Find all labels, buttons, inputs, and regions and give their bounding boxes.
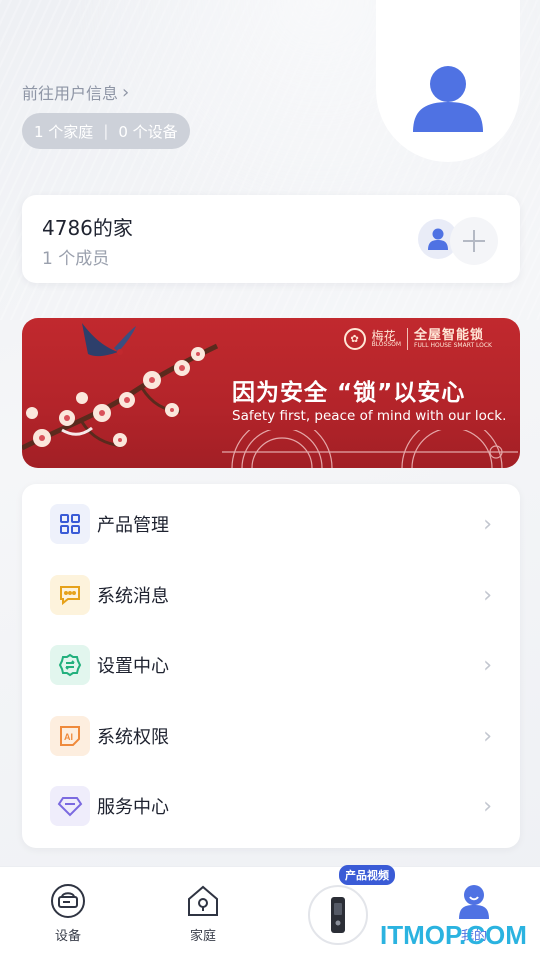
plus-icon [463, 230, 485, 252]
grid-icon [50, 504, 90, 544]
plum-blossom-illustration [22, 323, 219, 451]
stats-divider: | [103, 122, 109, 140]
chevron-right-icon: › [483, 582, 492, 608]
tab-home-label: 家庭 [189, 929, 216, 944]
user-info-link[interactable]: 前往用户信息 › [22, 80, 129, 104]
brand-divider [407, 328, 409, 350]
menu-item-label: 设置中心 [97, 656, 169, 677]
menu-item-label: 产品管理 [97, 515, 169, 536]
device-icon [51, 884, 85, 918]
chevron-right-icon: › [483, 652, 492, 678]
tab-devices[interactable]: 设备 [23, 883, 113, 944]
tab-home[interactable]: 家庭 [158, 883, 248, 944]
home-card[interactable]: 4786的家 1 个成员 [22, 195, 520, 283]
menu-card: 产品管理 › 系统消息 › 设置中心 › AI 系统权限 › 服务中心 › [22, 484, 520, 848]
member-person-icon [428, 228, 448, 250]
person-icon [413, 66, 483, 132]
menu-item-service-center[interactable]: 服务中心 › [22, 771, 520, 841]
smart-lock-icon [331, 897, 345, 933]
brand-tagline: 全屋智能锁 [414, 327, 485, 343]
menu-item-product-management[interactable]: 产品管理 › [22, 489, 520, 559]
chevron-right-icon: › [483, 511, 492, 537]
diamond-icon [50, 786, 90, 826]
chevron-right-icon: › [122, 81, 130, 103]
watermark: ITMOP.COM [380, 920, 527, 950]
menu-item-system-messages[interactable]: 系统消息 › [22, 560, 520, 630]
message-icon [50, 575, 90, 615]
chevron-right-icon: › [483, 793, 492, 819]
banner-slogan-en: Safety first, peace of mind with our loc… [232, 408, 507, 424]
family-count: 1 个家庭 [34, 122, 94, 141]
menu-item-label: 系统消息 [97, 586, 169, 607]
tab-devices-label: 设备 [54, 929, 81, 944]
menu-item-label: 系统权限 [97, 727, 169, 748]
product-video-button[interactable] [308, 885, 368, 945]
home-name: 4786的家 [42, 216, 133, 240]
brand-sub: BLOSSOM [371, 341, 402, 348]
svg-text:AI: AI [64, 732, 73, 742]
ai-icon: AI [50, 716, 90, 756]
brand-row: ✿ 梅花 BLOSSOM 全屋智能锁 FULL HOUSE SMART LOCK [343, 327, 492, 350]
product-video-badge: 产品视频 [339, 865, 395, 885]
add-member-button[interactable] [450, 217, 498, 265]
banner-slogan-cn: 因为安全 “锁”以安心 [232, 380, 466, 406]
menu-item-label: 服务中心 [97, 797, 169, 818]
chevron-right-icon: › [483, 723, 492, 749]
brand-tagline-en: FULL HOUSE SMART LOCK [414, 341, 492, 349]
brand-logo-icon: ✿ [343, 328, 366, 350]
home-icon [188, 885, 218, 916]
home-member-count: 1 个成员 [42, 249, 110, 269]
promo-banner[interactable]: ✿ 梅花 BLOSSOM 全屋智能锁 FULL HOUSE SMART LOCK… [22, 318, 520, 468]
menu-item-settings-center[interactable]: 设置中心 › [22, 630, 520, 700]
user-info-link-label: 前往用户信息 [22, 84, 119, 103]
menu-item-system-permissions[interactable]: AI 系统权限 › [22, 701, 520, 771]
device-count: 0 个设备 [118, 122, 178, 141]
account-stats-pill: 1 个家庭 | 0 个设备 [22, 113, 190, 149]
user-avatar[interactable] [376, 0, 520, 162]
profile-icon [459, 885, 489, 919]
settings-icon [50, 645, 90, 685]
wave-arcs-decoration [222, 430, 518, 468]
